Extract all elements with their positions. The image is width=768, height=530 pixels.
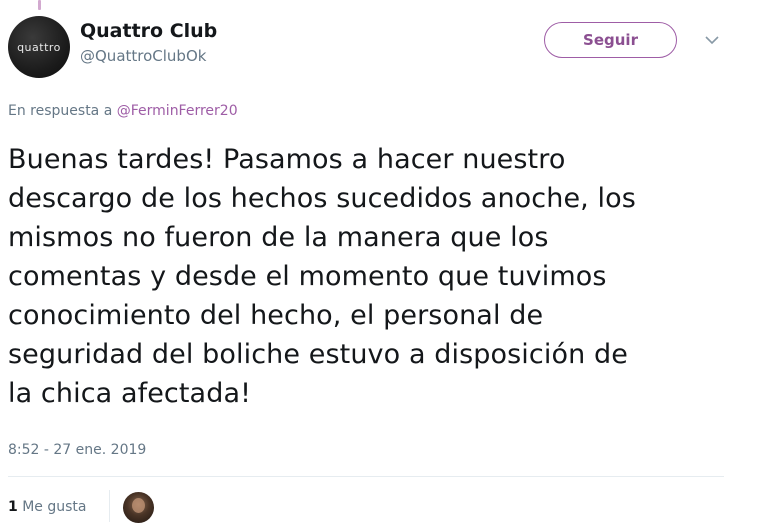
avatar-logo-text: quattro	[17, 40, 61, 54]
author-handle[interactable]: @QuattroClubOk	[80, 45, 217, 67]
tweet-text-line: mismos no fueron de la manera que los	[8, 222, 549, 253]
likes-label: Me gusta	[22, 499, 87, 515]
likers-divider	[109, 490, 110, 522]
author-display-name[interactable]: Quattro Club	[80, 20, 217, 42]
reply-mention-link[interactable]: @FerminFerrer20	[117, 103, 238, 119]
thread-connector-line	[38, 0, 41, 10]
reply-context: En respuesta a @FerminFerrer20	[8, 101, 238, 121]
tweet-timestamp[interactable]: 8:52 - 27 ene. 2019	[8, 440, 146, 460]
reply-prefix: En respuesta a	[8, 103, 113, 119]
likes-count: 1	[8, 499, 18, 515]
tweet-text-line: Buenas tardes! Pasamos a hacer nuestro	[8, 144, 566, 175]
tweet-text-line: conocimiento del hecho, el personal de	[8, 300, 544, 331]
tweet-text-line: descargo de los hechos sucedidos anoche,…	[8, 183, 636, 214]
tweet-text-line: comentas y desde el momento que tuvimos	[8, 261, 607, 292]
follow-button[interactable]: Seguir	[544, 22, 677, 58]
tweet-text-line: seguridad del boliche estuvo a disposici…	[8, 339, 628, 370]
tweet-header: quattro Quattro Club @QuattroClubOk Segu…	[8, 14, 748, 80]
author-names: Quattro Club @QuattroClubOk	[80, 20, 217, 67]
liker-avatar[interactable]	[123, 492, 154, 523]
chevron-down-icon[interactable]	[702, 30, 722, 50]
tweet-text-line: la chica afectada!	[8, 378, 252, 409]
stats-divider	[8, 476, 724, 477]
tweet-text: Buenas tardes! Pasamos a hacer nuestro d…	[8, 140, 748, 413]
likes-stat[interactable]: 1 Me gusta	[8, 497, 86, 517]
author-avatar[interactable]: quattro	[8, 16, 70, 78]
